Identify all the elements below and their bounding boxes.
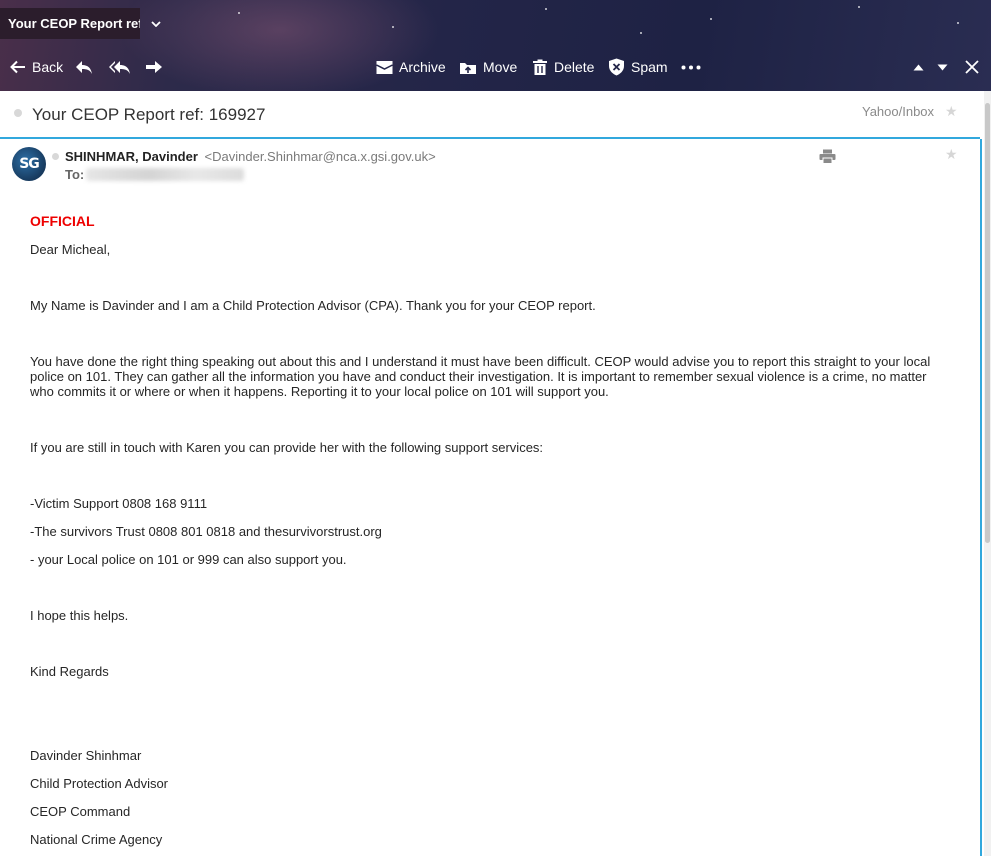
signature-unit: CEOP Command [30,804,131,819]
signature-name: Davinder Shinhmar [30,748,142,763]
archive-button[interactable]: Archive [376,44,446,90]
top-bar: Your CEOP Report ref: 169927 Back [0,0,991,91]
star-icon[interactable]: ★ [945,146,958,163]
scrollbar-thumb[interactable] [985,103,990,543]
chevron-down-icon [151,20,161,27]
forward-icon [146,61,162,73]
delete-button[interactable]: Delete [532,44,594,90]
read-status-dot[interactable] [52,153,59,160]
greeting: Dear Micheal, [30,242,111,257]
background-star [710,18,712,20]
chevron-down-icon [937,64,948,70]
signature-org: National Crime Agency [30,832,163,847]
previous-message-button[interactable] [913,44,924,90]
avatar: SG [12,147,46,181]
more-dots-icon [681,65,701,69]
print-icon [819,149,836,164]
message-toolbar: Back Archive Move Delete Spam [0,44,991,90]
delete-label: Delete [554,59,595,75]
move-button[interactable]: Move [459,44,517,90]
paragraph: If you are still in touch with Karen you… [30,440,544,455]
archive-icon [376,60,393,74]
back-label: Back [32,59,64,75]
message-tab[interactable]: Your CEOP Report ref: 169927 [0,8,140,39]
sender-name[interactable]: SHINHMAR, Davinder [65,149,198,164]
message-panel: SG SHINHMAR, Davinder <Davinder.Shinhmar… [0,139,982,856]
background-star [392,26,394,28]
next-message-button[interactable] [937,44,948,90]
archive-label: Archive [399,59,446,75]
unread-dot[interactable] [14,109,22,117]
tab-dropdown-button[interactable] [140,8,172,39]
paragraph: My Name is Davinder and I am a Child Pro… [30,298,596,313]
print-button[interactable] [819,149,836,169]
background-star [858,6,860,8]
more-actions-button[interactable] [681,44,701,90]
move-label: Move [483,59,518,75]
support-item: -Victim Support 0808 168 9111 [30,496,208,511]
reply-all-button[interactable] [108,44,132,90]
vertical-scrollbar[interactable] [984,91,991,856]
reply-button[interactable] [74,44,94,90]
spam-shield-icon [609,58,624,76]
sender-email[interactable]: <Davinder.Shinhmar@nca.x.gsi.gov.uk> [205,149,436,164]
reply-icon [76,61,92,74]
message-subject: Your CEOP Report ref: 169927 [32,105,266,124]
close-icon [965,60,979,74]
back-button[interactable]: Back [10,44,63,90]
background-star [957,22,959,24]
folder-label: Yahoo/Inbox [862,104,935,119]
background-star [545,8,547,10]
background-star [640,32,642,34]
back-arrow-icon [10,60,25,74]
background-star [238,12,240,14]
paragraph: I hope this helps. [30,608,129,623]
spam-label: Spam [631,59,668,75]
spam-button[interactable]: Spam [608,44,668,90]
reply-all-icon [109,61,130,74]
support-item: - your Local police on 101 or 999 can al… [30,552,347,567]
classification-label: OFFICIAL [30,213,95,229]
recipient-redacted [86,168,244,181]
support-item: -The survivors Trust 0808 801 0818 and t… [30,524,382,539]
sender: SHINHMAR, Davinder <Davinder.Shinhmar@nc… [65,149,436,164]
subject-row: Your CEOP Report ref: 169927 Yahoo/Inbox… [0,91,980,139]
tab-title: Your CEOP Report ref: 169927 [8,16,140,31]
signature-title: Child Protection Advisor [30,776,169,791]
trash-icon [533,59,547,75]
star-icon[interactable]: ★ [945,103,958,120]
paragraph: You have done the right thing speaking o… [30,354,931,399]
move-icon [460,62,476,74]
forward-button[interactable] [144,44,164,90]
to-label: To: [65,167,85,182]
closing: Kind Regards [30,664,109,679]
chevron-up-icon [913,64,924,70]
close-button[interactable] [965,44,979,90]
